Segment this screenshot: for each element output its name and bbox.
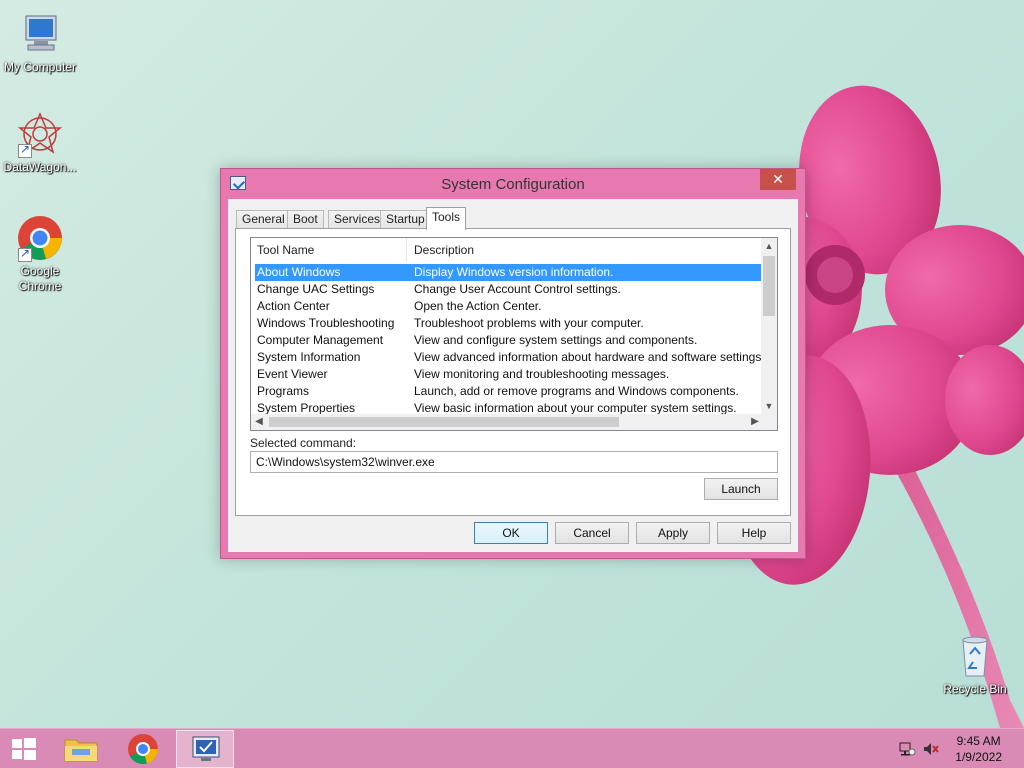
vertical-scrollbar[interactable]: ▲ ▼	[761, 238, 777, 414]
tool-description: Display Windows version information.	[414, 265, 614, 279]
shortcut-arrow-icon	[18, 246, 32, 262]
tool-name: Computer Management	[257, 333, 384, 347]
close-button[interactable]: ✕	[760, 169, 796, 190]
chrome-icon	[16, 214, 64, 262]
datawagon-icon	[16, 110, 64, 158]
my-computer-icon	[16, 10, 64, 58]
list-item[interactable]: System Information View advanced informa…	[255, 349, 765, 366]
taskbar-system-configuration[interactable]	[176, 730, 234, 768]
tool-description: View and configure system settings and c…	[414, 333, 698, 347]
vertical-scroll-thumb[interactable]	[763, 256, 775, 316]
taskbar-file-explorer[interactable]	[52, 730, 110, 768]
scroll-down-icon[interactable]: ▼	[761, 398, 777, 414]
help-button[interactable]: Help	[717, 522, 791, 544]
window-titlebar[interactable]: System Configuration ✕	[221, 169, 805, 199]
list-item[interactable]: Windows Troubleshooting Troubleshoot pro…	[255, 315, 761, 332]
taskbar-clock[interactable]: 9:45 AM 1/9/2022	[955, 733, 1002, 765]
tools-list[interactable]: Tool Name Description About Windows Disp…	[250, 237, 778, 431]
window-title: System Configuration	[441, 176, 585, 193]
desktop-icon-recycle-bin[interactable]: Recycle Bin	[935, 632, 1015, 697]
tool-name: Change UAC Settings	[257, 282, 375, 296]
tab-general[interactable]: General	[236, 210, 291, 229]
tool-description: Change User Account Control settings.	[414, 282, 621, 296]
launch-button[interactable]: Launch	[704, 478, 778, 500]
list-item[interactable]: Action Center Open the Action Center.	[255, 298, 761, 315]
tool-description: Launch, add or remove programs and Windo…	[414, 384, 739, 398]
tool-name: Programs	[257, 384, 310, 398]
clock-time: 9:45 AM	[956, 734, 1001, 748]
taskbar-chrome[interactable]	[114, 730, 172, 768]
tool-name: Event Viewer	[257, 367, 328, 381]
msconfig-icon	[192, 736, 220, 761]
recycle-bin-icon	[951, 632, 999, 680]
desktop-icon-label: My Computer	[3, 60, 77, 74]
list-item[interactable]: Change UAC Settings Change User Account …	[255, 281, 761, 298]
tab-services[interactable]: Services	[328, 210, 387, 229]
selected-command-field[interactable]: C:\Windows\system32\winver.exe	[250, 451, 778, 473]
volume-muted-icon[interactable]	[922, 741, 940, 757]
tool-name: Action Center	[257, 299, 330, 313]
tool-name: System Information	[257, 350, 361, 364]
desktop-icon-google-chrome[interactable]: Google Chrome	[0, 214, 80, 294]
list-item[interactable]: Event Viewer View monitoring and trouble…	[255, 366, 761, 383]
tool-description: View advanced information about hardware…	[414, 350, 765, 364]
column-header-description[interactable]: Description	[408, 238, 763, 262]
cancel-button[interactable]: Cancel	[555, 522, 629, 544]
list-rows: About Windows Display Windows version in…	[255, 264, 765, 417]
desktop-icon-datawagon[interactable]: DataWagon...	[0, 110, 80, 175]
desktop-icon-label: Google Chrome	[18, 264, 62, 293]
taskbar: 9:45 AM 1/9/2022	[0, 728, 1024, 768]
desktop-icon-label: Recycle Bin	[943, 682, 1007, 696]
start-button[interactable]	[0, 730, 48, 768]
clock-date: 1/9/2022	[955, 750, 1002, 764]
tool-name: Windows Troubleshooting	[257, 316, 395, 330]
tab-tools[interactable]: Tools	[426, 207, 467, 230]
apply-button[interactable]: Apply	[636, 522, 710, 544]
tool-name: About Windows	[257, 265, 341, 279]
tab-boot[interactable]: Boot	[287, 210, 324, 229]
windows-logo-icon	[12, 738, 36, 760]
tool-description: Open the Action Center.	[414, 299, 542, 313]
tool-description: Troubleshoot problems with your computer…	[414, 316, 644, 330]
scroll-up-icon[interactable]: ▲	[761, 238, 777, 254]
shortcut-arrow-icon	[18, 142, 32, 158]
file-explorer-icon	[64, 739, 98, 762]
tab-startup[interactable]: Startup	[380, 210, 431, 229]
ok-button[interactable]: OK	[474, 522, 548, 544]
system-configuration-window: System Configuration ✕ General Boot Serv…	[220, 168, 806, 559]
horizontal-scroll-thumb[interactable]	[269, 417, 619, 427]
list-header: Tool Name Description	[251, 238, 763, 262]
list-item[interactable]: Computer Management View and configure s…	[255, 332, 761, 349]
scrollbar-corner	[761, 414, 777, 430]
list-item[interactable]: Programs Launch, add or remove programs …	[255, 383, 761, 400]
scroll-left-icon[interactable]: ◀	[251, 414, 267, 430]
column-header-tool-name[interactable]: Tool Name	[251, 238, 407, 262]
tools-tab-panel: Tool Name Description About Windows Disp…	[235, 228, 791, 516]
network-icon[interactable]	[898, 741, 916, 757]
horizontal-scrollbar[interactable]: ◀ ▶	[251, 414, 763, 430]
desktop-icon-label: DataWagon...	[3, 160, 77, 174]
tool-description: View monitoring and troubleshooting mess…	[414, 367, 670, 381]
selected-command-label: Selected command:	[250, 436, 357, 450]
chrome-icon	[128, 734, 159, 765]
window-client-area: General Boot Services Startup Tools Tool…	[228, 199, 798, 552]
list-item[interactable]: About Windows Display Windows version in…	[255, 264, 761, 281]
desktop-icon-my-computer[interactable]: My Computer	[0, 10, 80, 75]
